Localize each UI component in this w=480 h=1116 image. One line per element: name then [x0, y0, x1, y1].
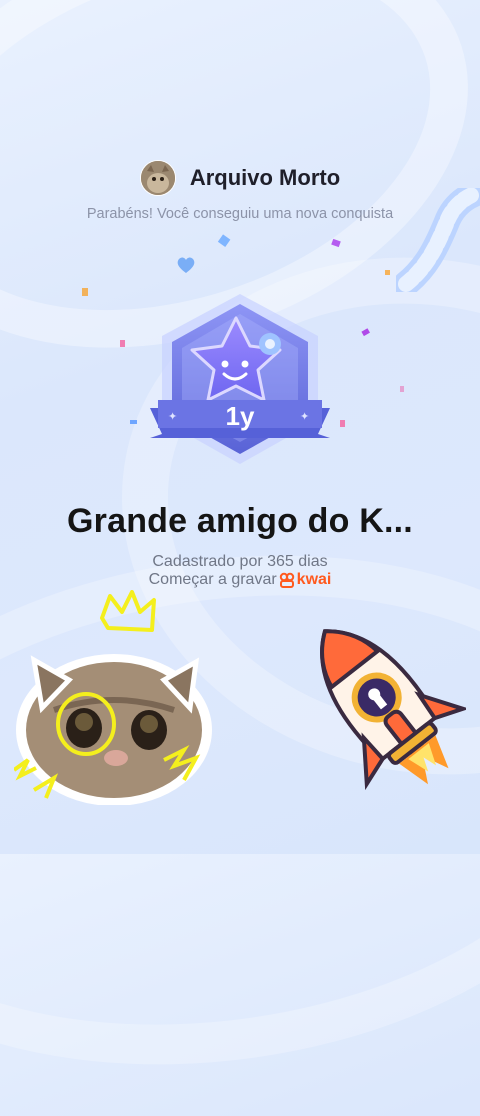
cta-text: Começar a gravar [148, 571, 277, 588]
rocket-sticker[interactable] [296, 608, 466, 798]
kwai-logo-icon [279, 572, 294, 588]
start-recording-link[interactable]: Começar a gravar kwai [148, 571, 332, 589]
achievement-badge: ✦ ✦ 1y [150, 294, 330, 464]
achievement-info: Cadastrado por 365 dias Começar a gravar… [0, 553, 480, 589]
svg-text:✦: ✦ [300, 411, 309, 423]
brand-name: kwai [296, 571, 332, 588]
heart-icon [177, 257, 195, 273]
cat-sticker[interactable] [14, 590, 214, 805]
svg-text:✦: ✦ [168, 411, 177, 423]
achievement-title: Grande amigo do K... [67, 502, 413, 540]
film-strip-icon [396, 188, 480, 292]
registered-days-text: Cadastrado por 365 dias [152, 553, 328, 570]
badge-label: 1y [226, 401, 255, 431]
